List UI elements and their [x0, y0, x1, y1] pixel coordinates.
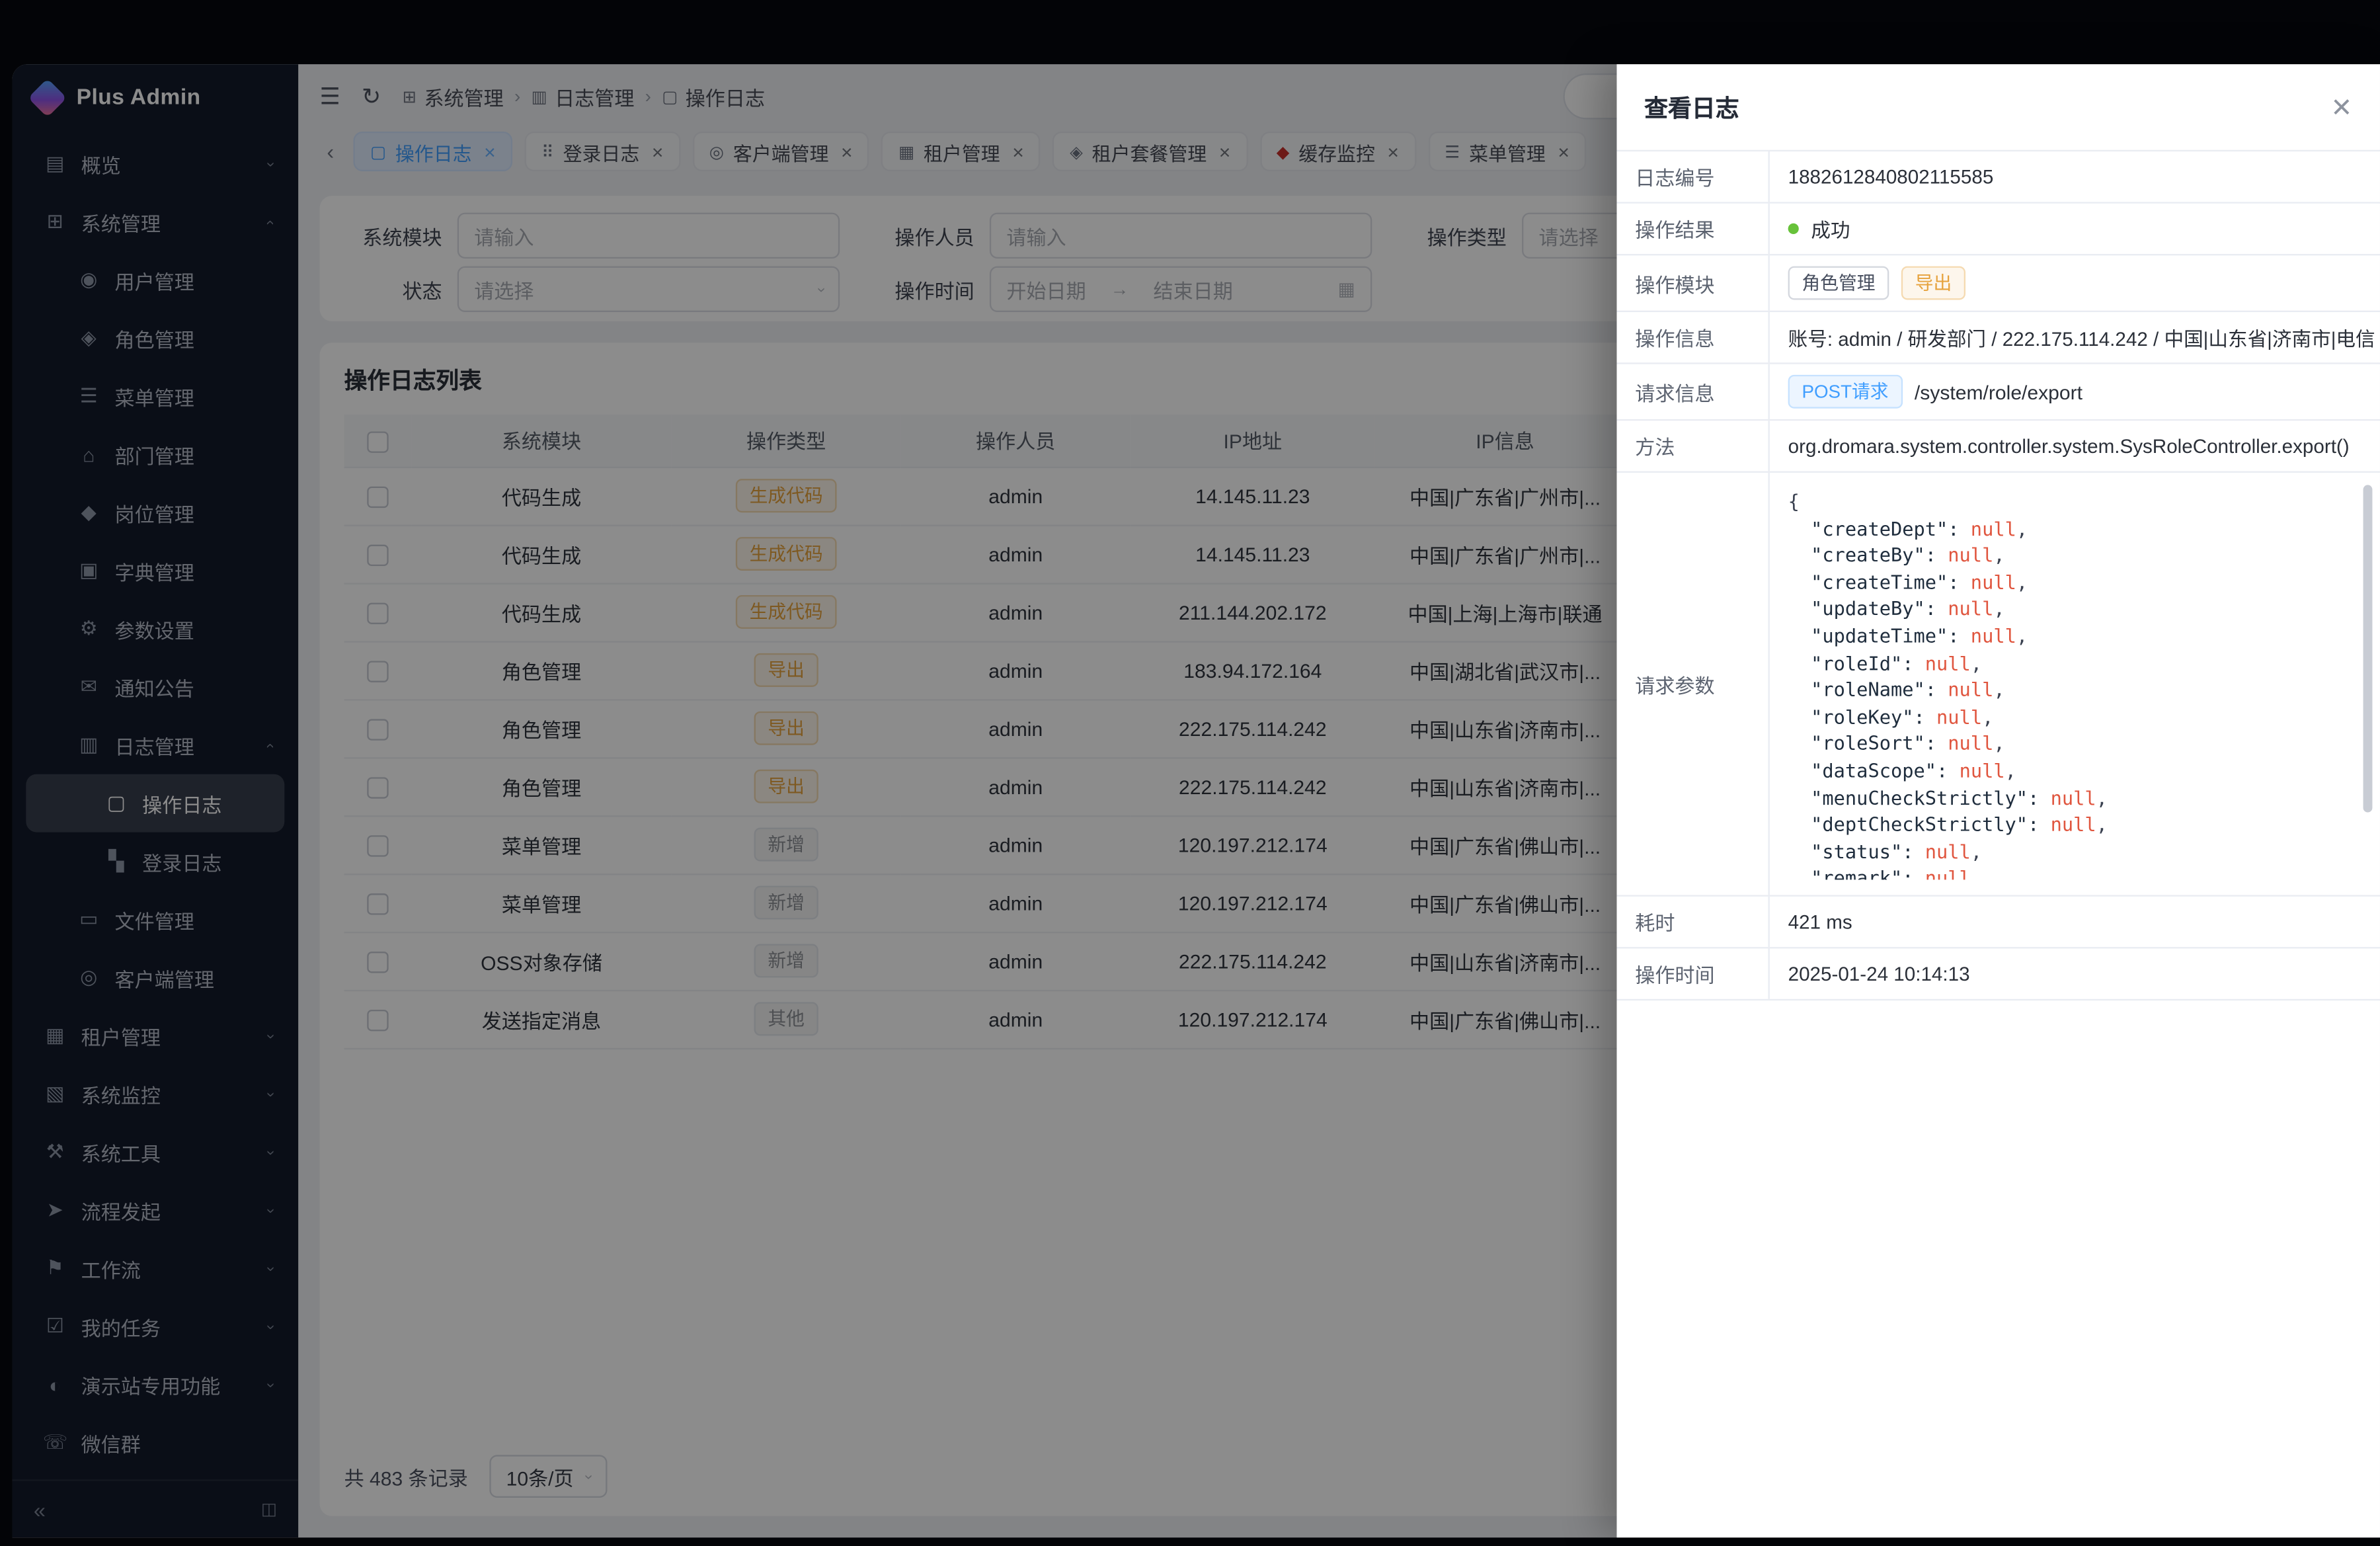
description-value: 2025-01-24 10:14:13: [1770, 948, 2380, 998]
http-method-tag: POST请求: [1788, 375, 1903, 409]
log-descriptions: 日志编号1882612840802115585操作结果成功操作模块角色管理导出操…: [1616, 150, 2379, 1000]
description-row: 操作结果 成功: [1616, 204, 2379, 256]
description-value: 421 ms: [1770, 897, 2380, 947]
description-value: 账号: admin / 研发部门 / 222.175.114.242 / 中国|…: [1770, 312, 2380, 362]
description-label: 操作结果: [1616, 204, 1769, 254]
log-detail-drawer: 查看日志 ✕ 日志编号1882612840802115585操作结果 成功操作模块…: [1616, 64, 2379, 1537]
description-label: 日志编号: [1616, 151, 1769, 202]
code-scrollbar-thumb[interactable]: [2363, 485, 2373, 812]
drawer-title: 查看日志: [1644, 91, 1739, 124]
description-value: org.dromara.system.controller.system.Sys…: [1770, 421, 2380, 471]
description-row: 请求参数{ "createDept": null, "createBy": nu…: [1616, 473, 2379, 897]
description-label: 操作模块: [1616, 255, 1769, 310]
description-value: POST请求/system/role/export: [1770, 364, 2380, 419]
description-label: 请求信息: [1616, 364, 1769, 419]
description-value: 角色管理导出: [1770, 255, 2380, 310]
description-row: 耗时421 ms: [1616, 897, 2379, 949]
description-row: 方法org.dromara.system.controller.system.S…: [1616, 421, 2379, 473]
module-tag: 角色管理: [1788, 266, 1889, 300]
status-text: 成功: [1811, 214, 1850, 243]
description-row: 操作时间2025-01-24 10:14:13: [1616, 948, 2379, 1000]
description-label: 方法: [1616, 421, 1769, 471]
description-row: 请求信息POST请求/system/role/export: [1616, 364, 2379, 421]
description-row: 日志编号1882612840802115585: [1616, 151, 2379, 204]
description-value: { "createDept": null, "createBy": null, …: [1770, 473, 2380, 895]
description-label: 操作信息: [1616, 312, 1769, 362]
module-tag: 导出: [1901, 266, 1965, 300]
close-drawer-icon[interactable]: ✕: [2330, 94, 2352, 120]
success-status-dot: [1788, 224, 1799, 234]
description-label: 操作时间: [1616, 948, 1769, 998]
description-row: 操作信息账号: admin / 研发部门 / 222.175.114.242 /…: [1616, 312, 2379, 364]
request-params-code[interactable]: { "createDept": null, "createBy": null, …: [1788, 488, 2362, 879]
description-label: 耗时: [1616, 897, 1769, 947]
request-url: /system/role/export: [1915, 380, 2082, 403]
description-label: 请求参数: [1616, 473, 1769, 895]
description-value: 成功: [1770, 204, 2380, 254]
drawer-header: 查看日志 ✕: [1616, 64, 2379, 150]
description-value: 1882612840802115585: [1770, 151, 2380, 202]
app-root: Plus Admin ▤概览›⊞系统管理›◉用户管理◈角色管理☰菜单管理⌂部门管…: [0, 0, 2380, 1546]
description-row: 操作模块角色管理导出: [1616, 255, 2379, 312]
